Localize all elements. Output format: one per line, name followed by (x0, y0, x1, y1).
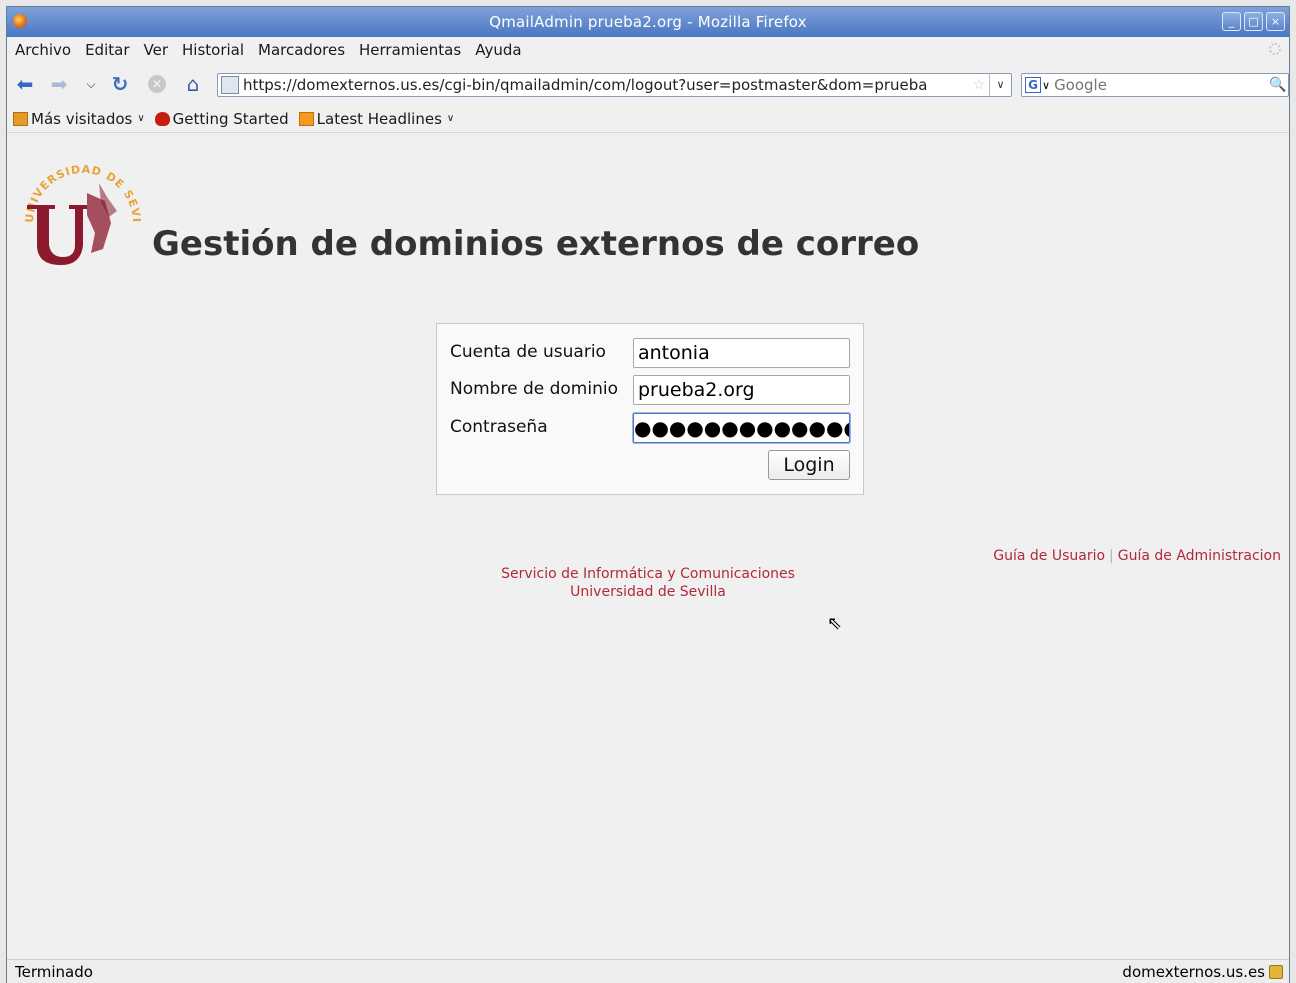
login-form: Cuenta de usuario Nombre de dominio Cont… (436, 323, 864, 495)
menu-ayuda[interactable]: Ayuda (475, 41, 521, 59)
page-title: Gestión de dominios externos de correo (152, 224, 920, 264)
bookmark-label: Getting Started (172, 109, 289, 128)
history-dropdown-icon[interactable]: ⌵ (81, 74, 101, 94)
url-text[interactable]: https://domexternos.us.es/cgi-bin/qmaila… (243, 76, 969, 94)
firefox-window: QmailAdmin prueba2.org - Mozilla Firefox… (6, 6, 1290, 983)
window-title: QmailAdmin prueba2.org - Mozilla Firefox (489, 13, 807, 31)
stop-icon[interactable]: ✕ (147, 74, 167, 94)
status-text: Terminado (15, 963, 93, 981)
admin-guide-link[interactable]: Guía de Administracion (1118, 548, 1281, 564)
login-button[interactable]: Login (768, 450, 850, 480)
padlock-icon[interactable] (1269, 965, 1283, 979)
user-guide-link[interactable]: Guía de Usuario (993, 548, 1105, 564)
close-button[interactable]: × (1266, 12, 1285, 31)
menu-editar[interactable]: Editar (85, 41, 129, 59)
menu-marcadores[interactable]: Marcadores (258, 41, 345, 59)
password-input[interactable]: ●●●●●●●●●●●●●● (633, 413, 850, 443)
user-label: Cuenta de usuario (450, 342, 606, 362)
site-identity-icon[interactable] (221, 76, 239, 94)
chevron-down-icon: ∨ (446, 113, 455, 124)
throbber-icon (1269, 43, 1281, 55)
home-icon[interactable]: ⌂ (183, 74, 203, 94)
menu-bar: Archivo Editar Ver Historial Marcadores … (7, 37, 1289, 63)
reload-icon[interactable]: ↻ (110, 74, 130, 94)
menu-herramientas[interactable]: Herramientas (359, 41, 461, 59)
domain-label: Nombre de dominio (450, 379, 618, 399)
navigation-toolbar: ⬅ ➡ ⌵ ↻ ✕ ⌂ https://domexternos.us.es/cg… (7, 65, 1289, 101)
rss-icon (298, 111, 314, 126)
bookmark-latest-headlines[interactable]: Latest Headlines ∨ (298, 109, 455, 128)
back-arrow-icon[interactable]: ⬅ (15, 74, 35, 94)
forward-arrow-icon[interactable]: ➡ (49, 74, 69, 94)
chevron-down-icon: ∨ (137, 113, 145, 124)
minimize-button[interactable]: _ (1222, 12, 1241, 31)
password-label: Contraseña (450, 417, 548, 437)
bookmark-star-icon[interactable]: ☆ (969, 77, 989, 93)
search-input[interactable] (1054, 76, 1268, 94)
universidad-sevilla-logo: UNIVERSIDAD DE SEVILLA (21, 153, 142, 265)
status-bar: Terminado domexternos.us.es (7, 959, 1289, 983)
folder-icon (13, 111, 28, 126)
mouse-pointer-icon: ⇖ (827, 613, 843, 634)
google-icon: G (1025, 77, 1041, 93)
user-input[interactable] (633, 338, 850, 368)
bookmark-mas-visitados[interactable]: Más visitados ∨ (13, 110, 145, 128)
firefox-bookmark-icon (154, 111, 170, 126)
domain-input[interactable] (633, 375, 850, 405)
guide-links: Guía de Usuario | Guía de Administracion (993, 548, 1281, 564)
status-domain[interactable]: domexternos.us.es (1122, 963, 1283, 981)
bookmark-label: Latest Headlines (316, 109, 442, 128)
footer-university-name: Universidad de Sevilla (570, 584, 726, 600)
bookmarks-toolbar: Más visitados ∨ Getting Started Latest H… (7, 105, 1289, 133)
page-content: UNIVERSIDAD DE SEVILLA Gestión de domini… (7, 138, 1289, 959)
title-bar: QmailAdmin prueba2.org - Mozilla Firefox… (7, 7, 1289, 37)
search-bar[interactable]: G∨ 🔍 (1021, 73, 1289, 97)
footer-service-name: Servicio de Informática y Comunicaciones (501, 566, 795, 582)
menu-historial[interactable]: Historial (182, 41, 244, 59)
bookmark-getting-started[interactable]: Getting Started (154, 109, 289, 128)
bookmark-label: Más visitados (31, 109, 133, 128)
search-engine-selector[interactable]: G ∨ (1025, 77, 1050, 93)
url-dropdown-icon[interactable]: ∨ (989, 74, 1011, 96)
address-bar[interactable]: https://domexternos.us.es/cgi-bin/qmaila… (217, 73, 1012, 97)
window-controls: _ □ × (1222, 12, 1285, 31)
menu-archivo[interactable]: Archivo (15, 41, 71, 59)
maximize-button[interactable]: □ (1244, 12, 1263, 31)
menu-ver[interactable]: Ver (144, 41, 169, 59)
status-domain-text: domexternos.us.es (1122, 963, 1265, 981)
guide-separator: | (1109, 548, 1114, 564)
search-magnifier-icon[interactable]: 🔍 (1268, 77, 1288, 93)
